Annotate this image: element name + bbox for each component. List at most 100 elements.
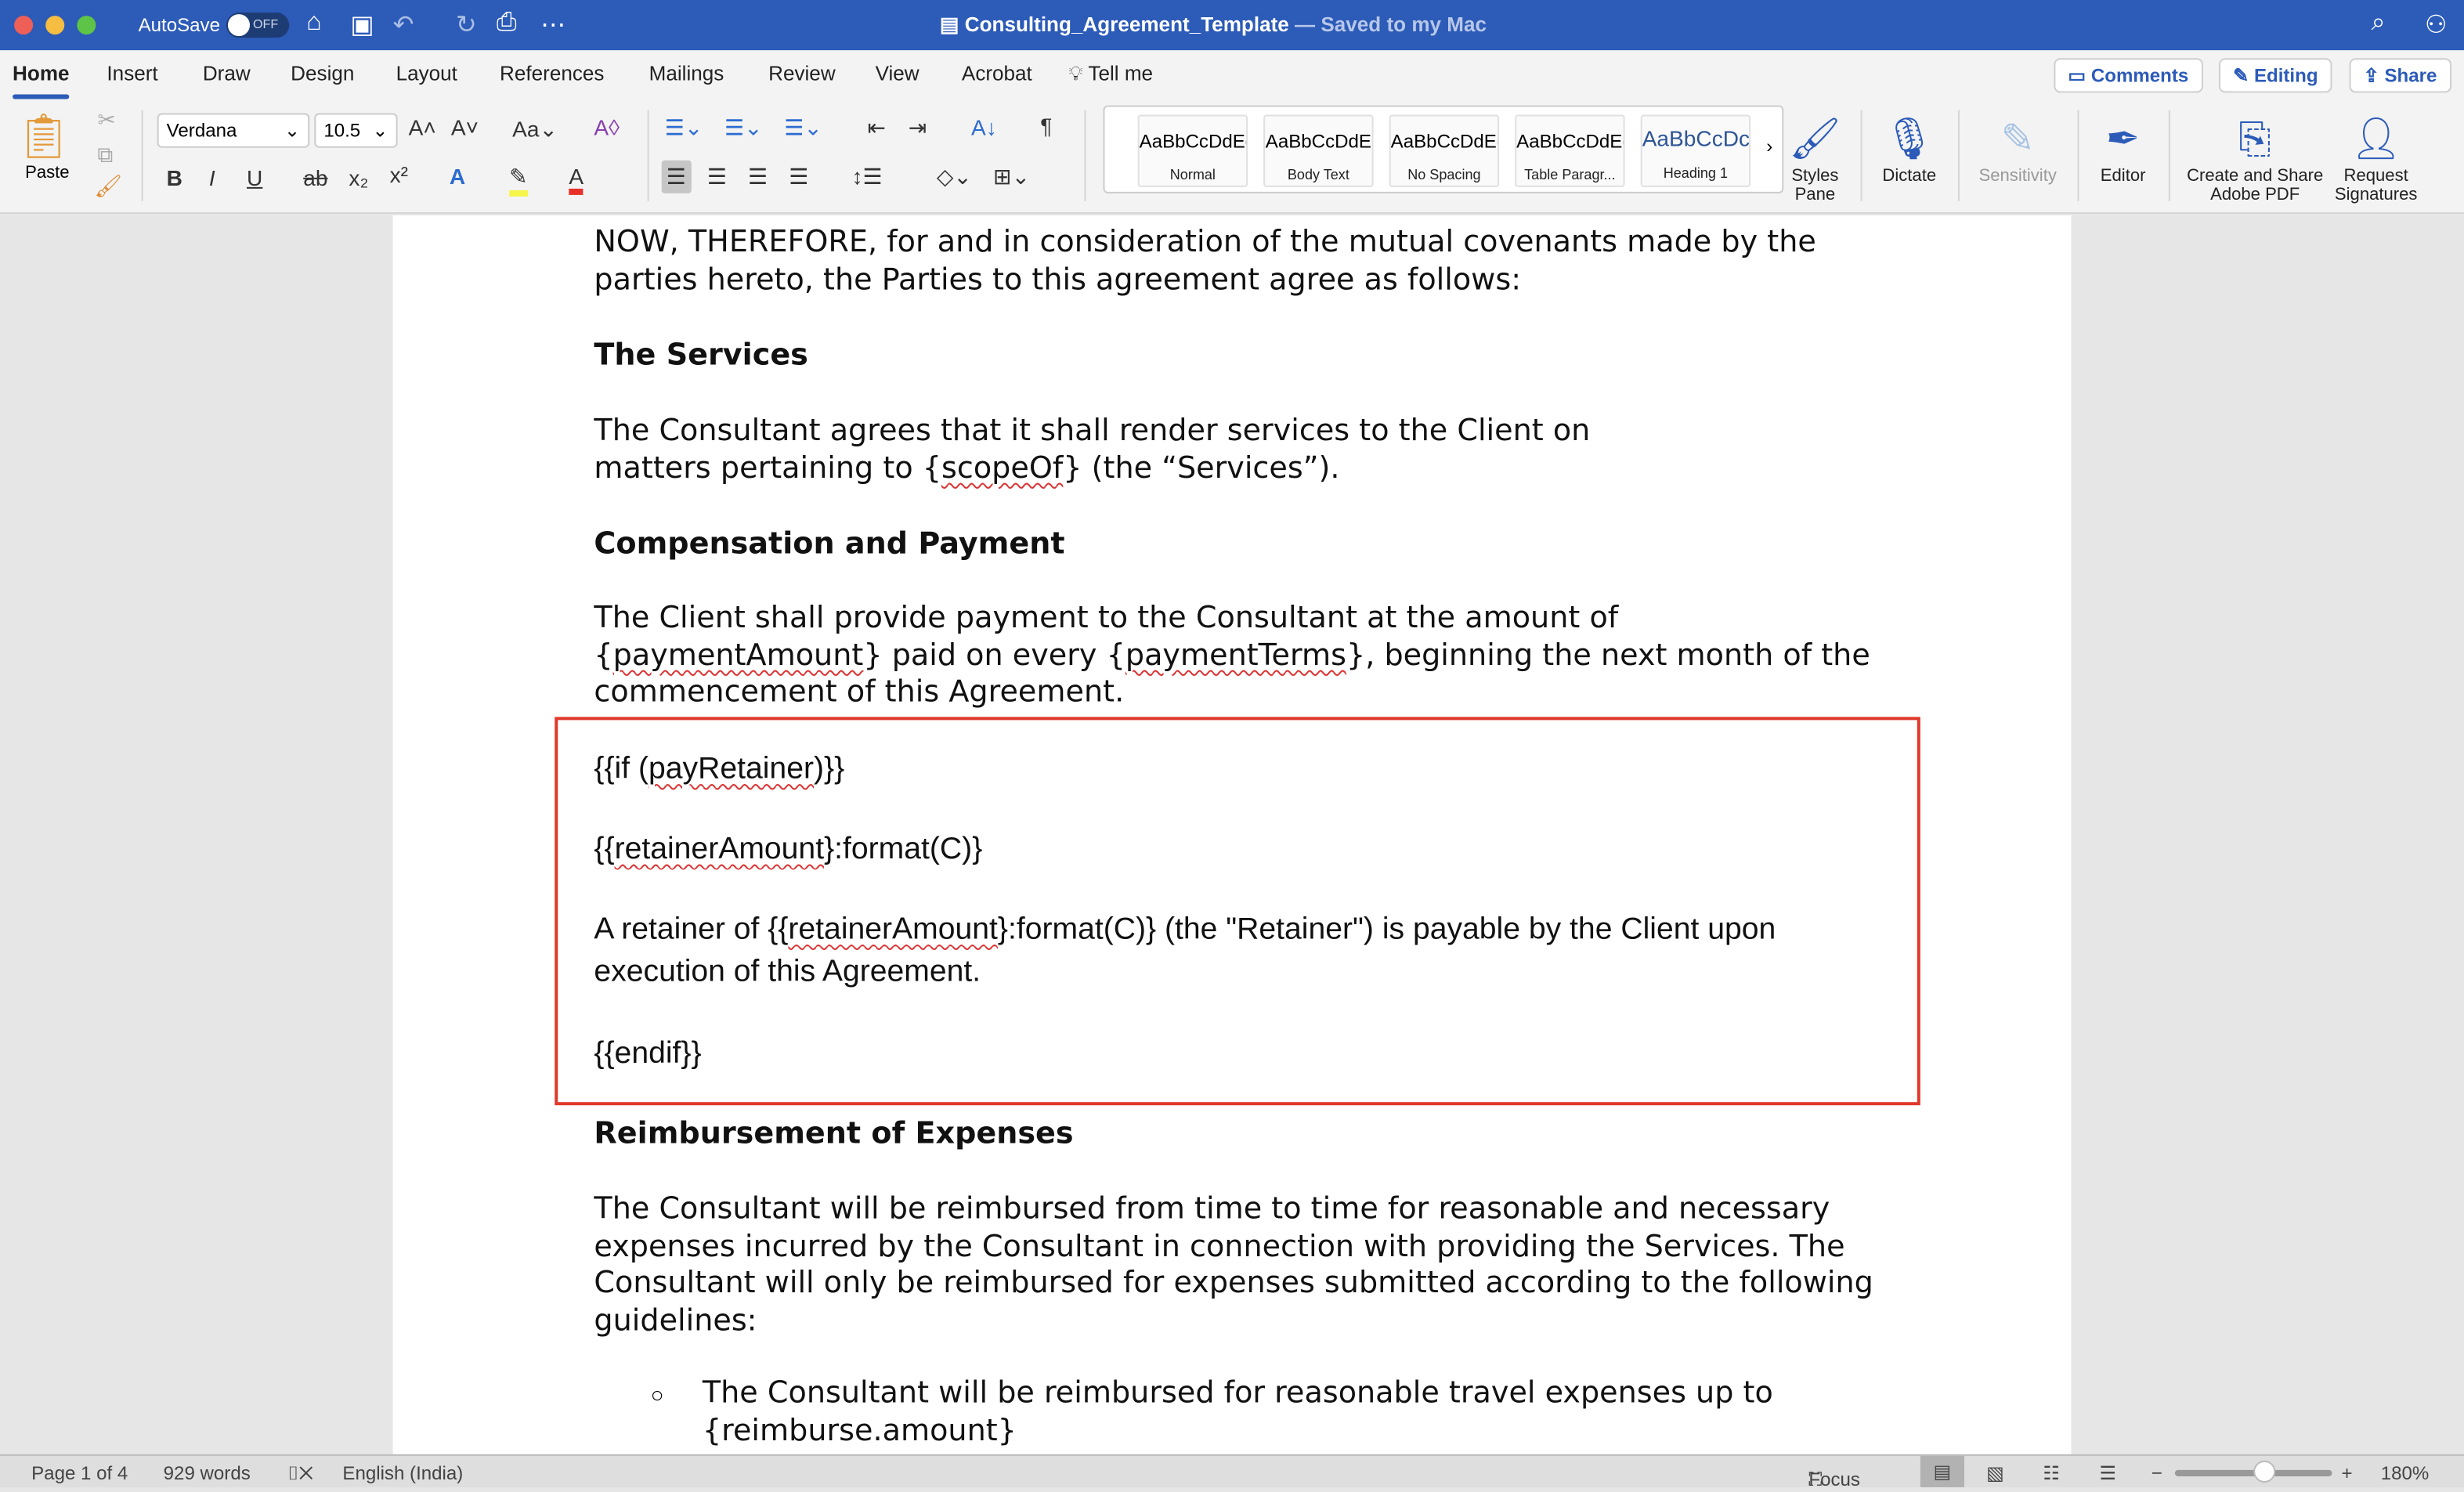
tab-draw[interactable]: Draw bbox=[203, 61, 251, 85]
italic-button[interactable]: I bbox=[209, 165, 215, 190]
tab-view[interactable]: View bbox=[876, 61, 919, 85]
bullets-icon[interactable]: ☰⌄ bbox=[665, 115, 703, 142]
style-name: Body Text bbox=[1287, 166, 1349, 182]
tab-review[interactable]: Review bbox=[768, 61, 836, 85]
autosave-toggle[interactable]: OFF bbox=[226, 13, 290, 38]
outline-view-icon[interactable]: ☷ bbox=[2043, 1462, 2060, 1484]
account-icon[interactable]: ⚇ bbox=[2425, 9, 2448, 41]
subscript-button[interactable]: x₂ bbox=[349, 165, 368, 190]
styles-pane-button[interactable]: 🖌︎ Styles Pane bbox=[1788, 110, 1841, 204]
change-case-icon[interactable]: Aa⌄ bbox=[512, 117, 558, 143]
clear-formatting-icon[interactable]: A◊ bbox=[594, 115, 620, 140]
page-count[interactable]: Page 1 of 4 bbox=[31, 1462, 128, 1484]
document-title[interactable]: ▤ Consulting_Agreement_Template — Saved … bbox=[940, 13, 1487, 38]
multilevel-list-icon[interactable]: ☰⌄ bbox=[784, 115, 822, 142]
sensitivity-button[interactable]: ✎ Sensitivity bbox=[1974, 110, 2061, 186]
grow-font-icon[interactable]: A˄ bbox=[409, 115, 436, 140]
tab-acrobat[interactable]: Acrobat bbox=[962, 61, 1032, 85]
font-size-select[interactable]: 10.5 ⌄ bbox=[314, 113, 398, 148]
increase-indent-icon[interactable]: ⇥ bbox=[909, 115, 927, 142]
placeholder-field: retainerAmount bbox=[788, 912, 998, 947]
redo-icon[interactable]: ↻ bbox=[456, 9, 477, 41]
tab-references[interactable]: References bbox=[500, 61, 604, 85]
home-icon[interactable]: ⌂ bbox=[306, 9, 321, 38]
retainer-amount-field: {{retainerAmount}:format(C)} bbox=[594, 829, 1882, 871]
print-layout-view-icon[interactable]: ▤ bbox=[1920, 1455, 1965, 1488]
zoom-in-button[interactable]: + bbox=[2342, 1462, 2353, 1484]
align-center-button[interactable]: ☰ bbox=[707, 164, 727, 190]
search-icon[interactable]: ⌕ bbox=[2372, 9, 2386, 38]
create-share-pdf-label: Create and Share Adobe PDF bbox=[2187, 166, 2324, 204]
proofing-icon[interactable]: ⌷✕ bbox=[287, 1462, 313, 1486]
align-left-button[interactable]: ☰ bbox=[661, 160, 691, 193]
zoom-level[interactable]: 180% bbox=[2381, 1462, 2430, 1484]
maximize-window-button[interactable] bbox=[77, 16, 96, 35]
zoom-out-button[interactable]: − bbox=[2151, 1462, 2162, 1484]
tab-insert[interactable]: Insert bbox=[107, 61, 157, 85]
underline-button[interactable]: U bbox=[247, 165, 262, 190]
close-window-button[interactable] bbox=[14, 16, 34, 35]
style-body-text[interactable]: AaBbCcDdE Body Text bbox=[1263, 114, 1374, 187]
line-spacing-icon[interactable]: ↕☰ bbox=[851, 164, 882, 190]
share-label: Share bbox=[2384, 64, 2437, 87]
share-button[interactable]: ⇪ Share bbox=[2349, 58, 2451, 93]
tab-design[interactable]: Design bbox=[291, 61, 354, 85]
style-no-spacing[interactable]: AaBbCcDdEe No Spacing bbox=[1389, 114, 1500, 187]
tab-home[interactable]: Home bbox=[13, 61, 70, 99]
comments-button[interactable]: ▭ Comments bbox=[2054, 58, 2203, 93]
copy-icon[interactable]: ⧉ bbox=[97, 142, 113, 168]
draft-view-icon[interactable]: ☰ bbox=[2100, 1462, 2117, 1484]
decrease-indent-icon[interactable]: ⇤ bbox=[868, 115, 887, 142]
request-signatures-button[interactable]: 👤︎ Request Signatures bbox=[2332, 110, 2419, 204]
editing-button[interactable]: ✎ Editing bbox=[2219, 58, 2332, 93]
strikethrough-button[interactable]: ab bbox=[303, 165, 327, 190]
gallery-next-icon[interactable]: › bbox=[1766, 135, 1772, 157]
shading-icon[interactable]: ◇⌄ bbox=[937, 164, 972, 190]
font-color-icon[interactable]: A bbox=[569, 164, 584, 195]
tab-layout[interactable]: Layout bbox=[396, 61, 457, 85]
language[interactable]: English (India) bbox=[342, 1462, 463, 1484]
more-icon[interactable]: ⋯ bbox=[540, 9, 565, 41]
text: }:format(C)} bbox=[824, 831, 983, 867]
style-heading-1[interactable]: AaBbCcDc Heading 1 bbox=[1640, 114, 1751, 187]
zoom-slider-handle[interactable] bbox=[2253, 1460, 2276, 1483]
tell-me[interactable]: 💡︎ Tell me bbox=[1068, 61, 1153, 86]
dictate-button[interactable]: 🎙︎ Dictate bbox=[1877, 110, 1942, 186]
tab-mailings[interactable]: Mailings bbox=[649, 61, 724, 85]
font-name-select[interactable]: Verdana ⌄ bbox=[157, 113, 310, 148]
borders-icon[interactable]: ⊞⌄ bbox=[993, 164, 1030, 190]
undo-icon[interactable]: ↶ bbox=[393, 9, 414, 41]
cut-icon[interactable]: ✂ bbox=[97, 107, 116, 134]
print-icon[interactable]: ⎙ bbox=[497, 9, 517, 38]
heading-services: The Services bbox=[594, 338, 808, 373]
create-share-pdf-button[interactable]: ⎘ Create and Share Adobe PDF bbox=[2181, 110, 2329, 204]
editor-button[interactable]: ✒ Editor bbox=[2094, 110, 2153, 186]
save-icon[interactable]: ▣ bbox=[350, 9, 374, 41]
format-painter-icon[interactable]: 🖌︎ bbox=[94, 173, 122, 200]
align-right-button[interactable]: ☰ bbox=[748, 164, 768, 190]
sort-icon[interactable]: A↓ bbox=[971, 115, 997, 140]
word-count[interactable]: 929 words bbox=[164, 1462, 251, 1484]
document-page[interactable]: NOW, THEREFORE, for and in consideration… bbox=[392, 215, 2072, 1454]
superscript-button[interactable]: x² bbox=[390, 162, 408, 187]
numbering-icon[interactable]: ☰⌄ bbox=[724, 115, 763, 142]
dictate-label: Dictate bbox=[1882, 166, 1937, 186]
shrink-font-icon[interactable]: A˅ bbox=[451, 115, 479, 140]
pdf-share-icon: ⎘ bbox=[2238, 114, 2272, 162]
text-effects-icon[interactable]: A bbox=[450, 164, 465, 189]
minimize-window-button[interactable] bbox=[45, 16, 65, 35]
paragraph-retainer: A retainer of {{retainerAmount}:format(C… bbox=[594, 909, 1835, 993]
highlight-icon[interactable]: ✎ bbox=[509, 164, 528, 197]
save-status: — Saved to my Mac bbox=[1295, 13, 1487, 37]
sensitivity-icon: ✎ bbox=[2000, 114, 2036, 162]
style-table-paragraph[interactable]: AaBbCcDdEe Table Paragr... bbox=[1515, 114, 1625, 187]
bold-button[interactable]: B bbox=[167, 165, 182, 190]
show-formatting-icon[interactable]: ¶ bbox=[1040, 114, 1052, 139]
style-preview: AaBbCcDdEe bbox=[1139, 130, 1247, 153]
style-normal[interactable]: AaBbCcDdEe Normal bbox=[1137, 114, 1248, 187]
paste-icon[interactable]: 📋︎ bbox=[16, 110, 71, 162]
justify-button[interactable]: ☰ bbox=[789, 164, 808, 190]
placeholder-field: paymentTerms bbox=[1125, 638, 1346, 673]
comments-label: Comments bbox=[2090, 64, 2189, 87]
web-layout-view-icon[interactable]: ▧ bbox=[1986, 1462, 2004, 1484]
